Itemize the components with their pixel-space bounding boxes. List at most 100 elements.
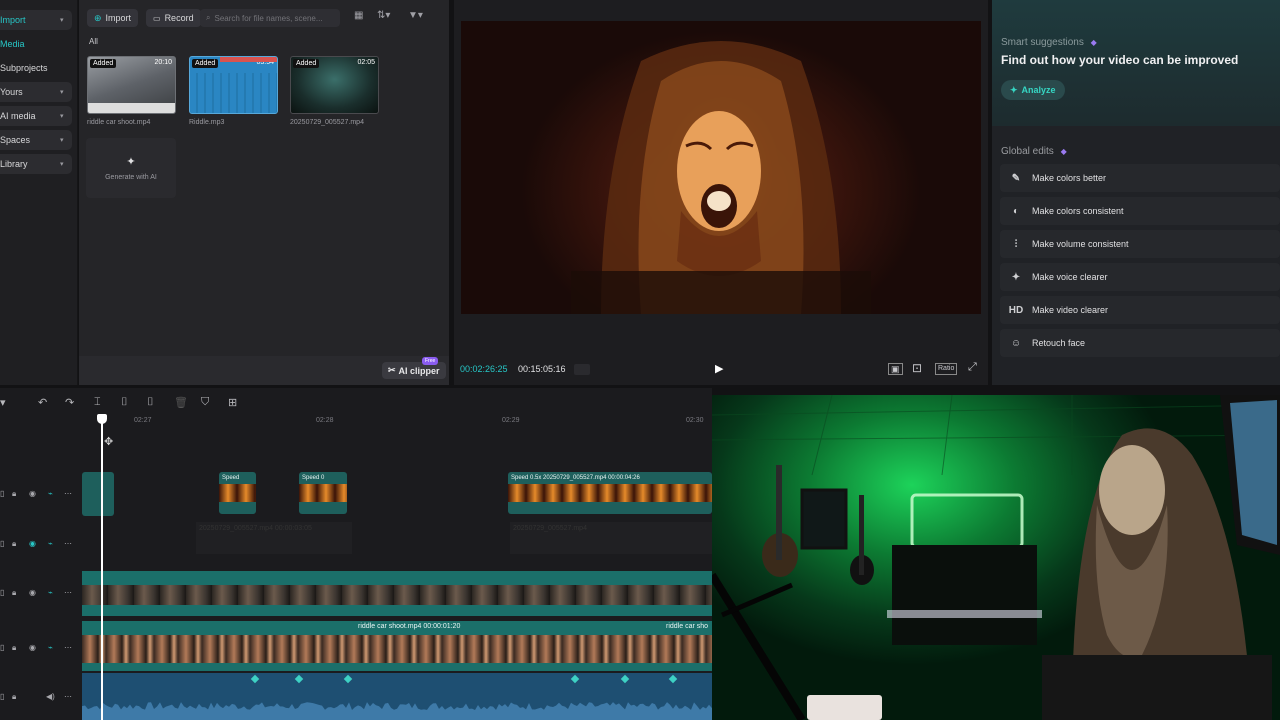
nav-spaces[interactable]: Spaces ▾ [0,130,72,150]
track-controls: ▯ 🔒︎ ◉ ⌁ ⋯ [0,539,80,551]
cursor-select-icon[interactable]: ▾ [0,396,6,409]
make-voice-clearer-button[interactable]: ✦ Make voice clearer [1000,263,1280,291]
palette-icon: ◐ [1012,205,1020,217]
audio-link-icon[interactable]: ⌁ [48,643,53,652]
track-select-icon[interactable]: ▯ [0,489,4,498]
ruler-label: 02:30 [686,417,704,424]
timeline-clip[interactable] [82,472,114,516]
webcam-scene [712,395,1280,720]
play-icon[interactable]: ▶ [715,362,723,375]
media-clip[interactable]: Added 20:10 riddle car shoot.mp4 [87,56,176,126]
sort-icon[interactable]: ⇅▾ [377,10,390,21]
trim-right-icon[interactable]: ⌷ [147,396,154,409]
lock-icon[interactable]: 🔒︎ [12,643,16,653]
more-icon[interactable]: ⋯ [64,539,72,548]
nav-ai-media[interactable]: AI media ▾ [0,106,72,126]
make-volume-consistent-button[interactable]: ⫶ Make volume consistent [1000,230,1280,258]
zoom-fit-icon[interactable]: ⊡ [912,361,922,375]
more-icon[interactable]: ⋯ [64,489,72,498]
audio-link-icon[interactable]: ⌁ [48,588,53,597]
track-select-icon[interactable]: ▯ [0,692,4,701]
timeline-clip[interactable]: Speed 0.5x 20250729_005527.mp4 00:00:04:… [508,472,712,514]
timeline-clip[interactable]: Speed [219,472,256,514]
expand-icon[interactable]: ⤢ [968,361,977,374]
smart-suggestions-heading: Smart suggestions ◆ [1001,37,1097,48]
record-button[interactable]: ▭ Record [146,9,201,27]
grid-view-icon[interactable]: ▦ [354,10,363,21]
move-cursor-icon: ✥ [104,436,114,448]
webcam-overlay [712,395,1280,720]
global-edits-heading: Global edits ◆ [1001,146,1067,157]
fullscreen-quality-icon[interactable]: ▣ [888,363,903,375]
retouch-face-button[interactable]: ☺ Retouch face [1000,329,1280,357]
make-video-clearer-button[interactable]: HD Make video clearer [1000,296,1280,324]
audio-link-icon[interactable]: ⌁ [48,539,53,548]
lock-icon[interactable]: 🔒︎ [12,692,16,702]
camera-icon: ▭ [153,13,161,23]
nav-library[interactable]: Library ▾ [0,154,72,174]
audio-link-icon[interactable]: ⌁ [48,489,53,498]
generate-with-ai-card[interactable]: ✦ Generate with AI [86,138,176,198]
auto-caption-icon[interactable]: ⊞ [228,396,237,409]
eye-icon[interactable]: ◉ [29,539,36,548]
more-icon[interactable]: ⋯ [64,692,72,701]
track-select-icon[interactable]: ▯ [0,588,4,597]
magic-wand-icon: ✎ [1011,172,1021,184]
audio-track[interactable] [82,673,712,720]
left-nav: Import ▾ Media Subprojects Yours ▾ AI me… [0,0,78,385]
timecode-toggle[interactable] [574,364,590,375]
clip-duration: 02:05 [357,59,375,66]
preview-frame [571,41,871,314]
nav-subprojects[interactable]: Subprojects [0,58,72,78]
clip-thumbnail: Added 20:10 [87,56,176,114]
ruler-label: 02:27 [134,417,152,424]
track-select-icon[interactable]: ▯ [0,643,4,652]
sparkle-icon: ✦ [126,156,136,168]
filter-all-tab[interactable]: All [89,37,98,46]
video-preview[interactable] [461,21,981,314]
more-icon[interactable]: ⋯ [64,588,72,597]
playhead-handle[interactable] [97,414,107,424]
nav-media[interactable]: Media [0,34,72,54]
playhead[interactable] [101,420,103,720]
eye-icon[interactable]: ◉ [29,643,36,652]
delete-icon[interactable]: 🗑 [174,396,188,409]
timeline-clip[interactable]: Speed 0 [299,472,347,514]
ghost-clip-label: 20250729_005527.mp4 [513,525,587,532]
timeline-clip[interactable]: riddle car shoot.mp4 00:00:01:20 riddle … [82,621,712,671]
clip-thumbnail: Added 03:54 [189,56,278,114]
media-clip[interactable]: Added 02:05 20250729_005527.mp4 [290,56,379,126]
nav-import[interactable]: Import ▾ [0,10,72,30]
search-input[interactable]: ⌕ Search for file names, scene... [200,9,340,27]
clip-name: Riddle.mp3 [189,119,225,126]
clip-name: riddle car shoot.mp4 [87,119,151,126]
clip-thumbnail: Added 02:05 [290,56,379,114]
make-colors-better-button[interactable]: ✎ Make colors better [1000,164,1280,192]
import-button[interactable]: ⊕ Import [87,9,139,27]
audio-waveform [82,702,712,720]
shield-icon[interactable]: ⛉ [201,396,209,409]
sparkle-icon: ✦ [1010,84,1018,95]
redo-icon[interactable]: ↷ [65,396,74,409]
undo-icon[interactable]: ↶ [38,396,47,409]
lock-icon[interactable]: 🔒︎ [12,489,16,499]
nav-yours[interactable]: Yours ▾ [0,82,72,102]
lock-icon[interactable]: 🔒︎ [12,588,16,598]
split-icon[interactable]: ⌶ [94,396,101,409]
lock-icon[interactable]: 🔒︎ [12,539,16,549]
eye-icon[interactable]: ◉ [29,489,36,498]
plus-circle-icon: ⊕ [94,12,102,23]
media-clip[interactable]: Added 03:54 Riddle.mp3 [189,56,278,126]
trim-left-icon[interactable]: ⌷ [121,396,128,409]
chevron-down-icon: ▾ [60,89,64,96]
analyze-button[interactable]: ✦ Analyze [1001,80,1065,100]
filter-icon[interactable]: ▼▾ [408,10,423,21]
more-icon[interactable]: ⋯ [64,643,72,652]
speaker-icon[interactable]: ◀︎) [46,692,55,701]
track-select-icon[interactable]: ▯ [0,539,4,548]
track-controls: ▯ 🔒︎ ◀︎) ⋯ [0,692,80,704]
timeline-clip[interactable] [82,571,712,616]
make-colors-consistent-button[interactable]: ◐ Make colors consistent [1000,197,1280,225]
eye-icon[interactable]: ◉ [29,588,36,597]
ratio-button[interactable]: Ratio [935,363,958,375]
